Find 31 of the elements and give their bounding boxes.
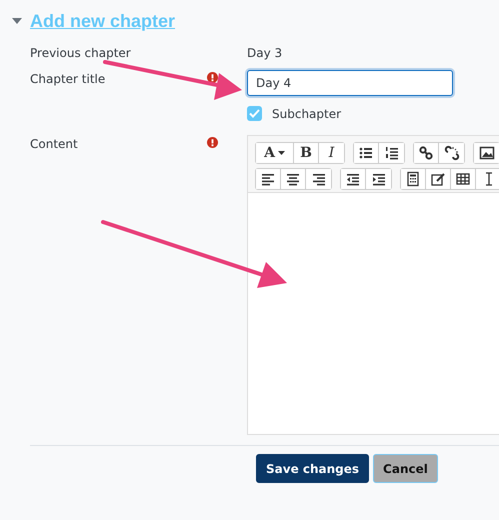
link-icon: [418, 145, 434, 161]
input-field[interactable]: Day 4: [247, 70, 453, 96]
checkbox[interactable]: [247, 106, 262, 121]
outdent-icon: [345, 171, 361, 187]
edit-icon: [430, 171, 446, 187]
field-label: Content: [30, 136, 78, 151]
align-left-icon: [260, 171, 276, 187]
align-center-icon: [285, 171, 301, 187]
cancel-button[interactable]: Cancel: [373, 454, 438, 483]
text-editor[interactable]: A B I: [247, 135, 499, 435]
calculator-button[interactable]: [401, 169, 426, 189]
align-left-button[interactable]: [256, 169, 281, 189]
caret-icon: [278, 151, 285, 155]
field-label: Previous chapter: [30, 45, 131, 60]
font-size-button[interactable]: A: [256, 143, 294, 163]
numbered-list-icon: [384, 145, 400, 161]
bullet-list-icon: [358, 145, 374, 161]
bullet-list-button[interactable]: [354, 143, 379, 163]
unlink-icon: [444, 145, 460, 161]
link-button[interactable]: [414, 143, 439, 163]
outdent-button[interactable]: [341, 169, 366, 189]
field-value: Day 3: [247, 45, 282, 60]
calculator-icon: [405, 171, 421, 187]
indent-icon: [370, 171, 386, 187]
caret-icon[interactable]: [12, 18, 22, 24]
image-icon: [478, 145, 494, 161]
field-label: Chapter title: [30, 71, 106, 86]
table-icon: [455, 171, 471, 187]
save-button[interactable]: Save changes: [256, 454, 370, 483]
checkbox-label: Subchapter: [272, 106, 342, 120]
align-right-icon: [310, 171, 326, 187]
